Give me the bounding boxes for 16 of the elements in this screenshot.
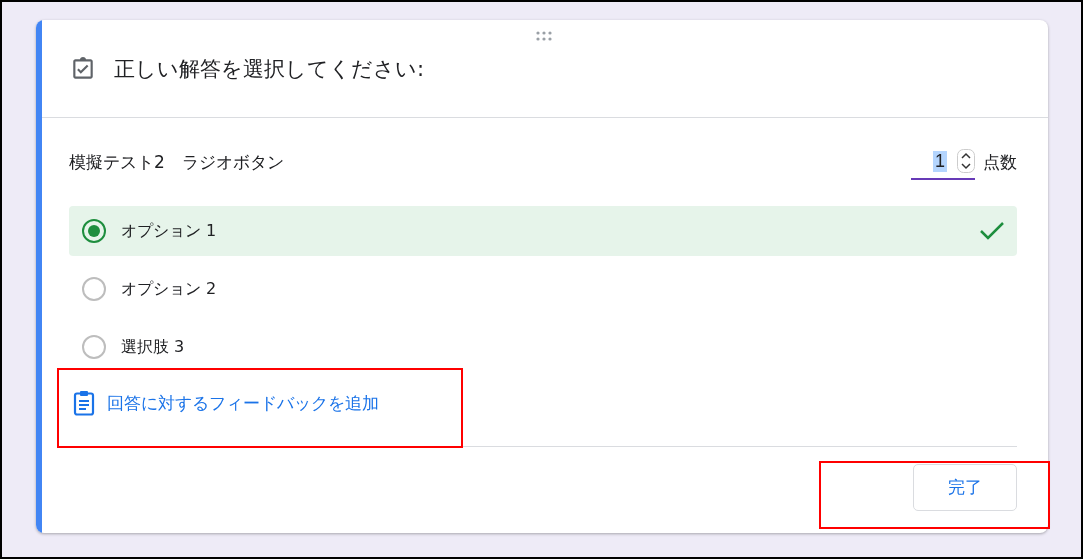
add-feedback-link[interactable]: 回答に対するフィードバックを追加 — [69, 380, 379, 426]
answer-option[interactable]: オプション 2 — [69, 264, 1017, 314]
clipboard-check-icon — [70, 55, 96, 82]
section-title: 正しい解答を選択してください: — [114, 55, 425, 83]
spinner-icon[interactable] — [957, 149, 975, 173]
done-button[interactable]: 完了 — [913, 464, 1017, 511]
radio-button[interactable] — [81, 276, 107, 302]
answer-option[interactable]: オプション 1 — [69, 206, 1017, 256]
answer-option[interactable]: 選択肢 3 — [69, 322, 1017, 372]
question-label: 模擬テスト2 ラジオボタン — [69, 150, 285, 174]
points-label: 点数 — [983, 150, 1017, 174]
clipboard-icon — [73, 390, 95, 416]
points-field[interactable]: 1 — [911, 144, 975, 180]
radio-button[interactable] — [81, 334, 107, 360]
check-icon — [979, 221, 1005, 241]
radio-button[interactable] — [81, 218, 107, 244]
